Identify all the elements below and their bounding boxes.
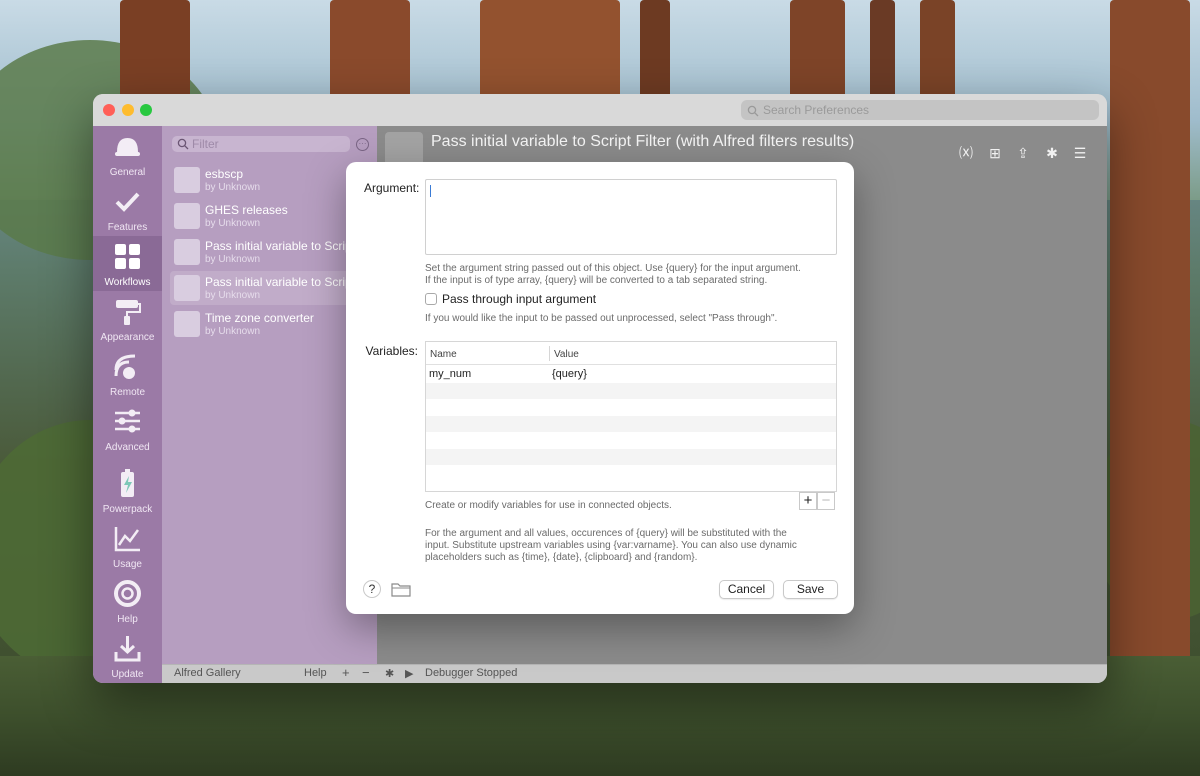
column-header-name[interactable]: Name xyxy=(430,349,457,360)
sidebar-item-remote[interactable]: Remote xyxy=(93,346,162,401)
passthrough-help: If you would like the input to be passed… xyxy=(425,313,778,324)
list-item[interactable]: Time zone converter by Unknown xyxy=(170,307,370,341)
bottom-bar: Alfred Gallery Help + − ✱ ▶ Debugger Sto… xyxy=(162,664,1107,683)
minimize-window-button[interactable] xyxy=(122,104,134,116)
list-item[interactable]: Pass initial variable to Script Filter b… xyxy=(170,235,370,269)
sidebar-item-appearance[interactable]: Appearance xyxy=(93,291,162,346)
passthrough-label[interactable]: Pass through input argument xyxy=(442,292,596,306)
text-cursor xyxy=(430,185,431,197)
variables-table: Name Value my_num {query} xyxy=(425,341,837,492)
column-header-value[interactable]: Value xyxy=(554,349,579,360)
workflow-icon xyxy=(174,311,200,337)
list-item[interactable]: GHES releases by Unknown xyxy=(170,199,370,233)
sidebar-item-update[interactable]: Update xyxy=(93,628,162,683)
download-icon xyxy=(113,634,142,663)
sidebar-item-general[interactable]: General xyxy=(93,126,162,181)
workflow-title: Pass initial variable to Script Filter (… xyxy=(431,133,855,150)
argument-label: Argument: xyxy=(364,181,420,195)
hat-icon xyxy=(113,132,142,161)
sidebar-item-workflows[interactable]: Workflows xyxy=(93,236,162,291)
table-header: Name Value xyxy=(426,342,836,365)
workflows-grid-icon xyxy=(113,242,142,271)
sidebar-item-usage[interactable]: Usage xyxy=(93,518,162,573)
argument-textarea[interactable] xyxy=(425,179,837,255)
footer-help-line-1: For the argument and all values, occuren… xyxy=(425,528,787,539)
workflow-list-pane: Filter ··· esbscp by Unknown GHES releas… xyxy=(162,126,377,683)
table-row[interactable]: my_num {query} xyxy=(426,366,836,383)
help-button[interactable]: Help xyxy=(304,667,327,679)
title-bar: Search Preferences xyxy=(93,94,1107,126)
list-item[interactable]: esbscp by Unknown xyxy=(170,163,370,197)
help-button[interactable]: ? xyxy=(363,580,381,598)
save-button[interactable]: Save xyxy=(783,580,838,599)
play-icon[interactable]: ▶ xyxy=(405,667,413,680)
remote-icon xyxy=(113,352,142,381)
workflow-icon xyxy=(174,239,200,265)
table-row[interactable] xyxy=(426,399,836,416)
lifebuoy-icon xyxy=(113,579,142,608)
battery-bolt-icon xyxy=(113,469,142,498)
debug-bug-icon[interactable]: ✱ xyxy=(385,667,394,680)
folder-icon[interactable] xyxy=(391,581,411,600)
table-row[interactable] xyxy=(426,448,836,465)
table-row[interactable] xyxy=(426,432,836,449)
footer-help-line-2: input. Substitute upstream variables usi… xyxy=(425,540,797,551)
search-preferences-input[interactable]: Search Preferences xyxy=(741,100,1099,120)
list-item-selected[interactable]: Pass initial variable to Script Filter (… xyxy=(170,271,370,305)
chart-icon xyxy=(113,524,142,553)
sidebar-item-advanced[interactable]: Advanced xyxy=(93,401,162,456)
workflow-icon xyxy=(174,275,200,301)
remove-variable-button[interactable]: − xyxy=(817,492,835,510)
checkmark-icon xyxy=(113,187,142,216)
search-icon xyxy=(747,103,759,123)
variables-icon[interactable]: ⒳ xyxy=(957,144,975,162)
more-options-icon[interactable]: ··· xyxy=(356,138,369,151)
preferences-sidebar: General Features Workflows Appearance Re… xyxy=(93,126,162,683)
add-object-icon[interactable]: ⊞ xyxy=(986,144,1004,162)
close-window-button[interactable] xyxy=(103,104,115,116)
workflow-icon xyxy=(174,203,200,229)
sidebar-item-features[interactable]: Features xyxy=(93,181,162,236)
alfred-gallery-button[interactable]: Alfred Gallery xyxy=(174,667,241,679)
debugger-status: Debugger Stopped xyxy=(425,667,518,679)
share-icon[interactable]: ⇪ xyxy=(1014,144,1032,162)
add-workflow-button[interactable]: + xyxy=(342,665,350,680)
variables-help: Create or modify variables for use in co… xyxy=(425,500,672,511)
table-row[interactable] xyxy=(426,465,836,482)
footer-help-line-3: placeholders such as {time}, {date}, {cl… xyxy=(425,552,698,563)
sliders-icon xyxy=(113,407,142,436)
passthrough-checkbox[interactable] xyxy=(425,293,437,305)
argument-help-line-2: If the input is of type array, {query} w… xyxy=(425,275,768,286)
table-row[interactable] xyxy=(426,382,836,399)
paint-roller-icon xyxy=(113,297,142,326)
workflow-filter-input[interactable]: Filter xyxy=(172,136,350,152)
search-icon xyxy=(177,138,189,154)
table-row[interactable] xyxy=(426,415,836,432)
variables-label: Variables: xyxy=(365,344,418,358)
sidebar-item-powerpack[interactable]: Powerpack xyxy=(93,463,162,518)
add-variable-button[interactable]: + xyxy=(799,492,817,510)
debug-bug-icon[interactable]: ✱ xyxy=(1043,144,1061,162)
workflow-icon xyxy=(174,167,200,193)
argument-help-line-1: Set the argument string passed out of th… xyxy=(425,263,801,274)
cancel-button[interactable]: Cancel xyxy=(719,580,774,599)
list-menu-icon[interactable]: ☰ xyxy=(1071,144,1089,162)
sidebar-item-help[interactable]: Help xyxy=(93,573,162,628)
remove-workflow-button[interactable]: − xyxy=(362,665,370,680)
arguments-variables-dialog: Argument: Set the argument string passed… xyxy=(346,162,854,614)
zoom-window-button[interactable] xyxy=(140,104,152,116)
